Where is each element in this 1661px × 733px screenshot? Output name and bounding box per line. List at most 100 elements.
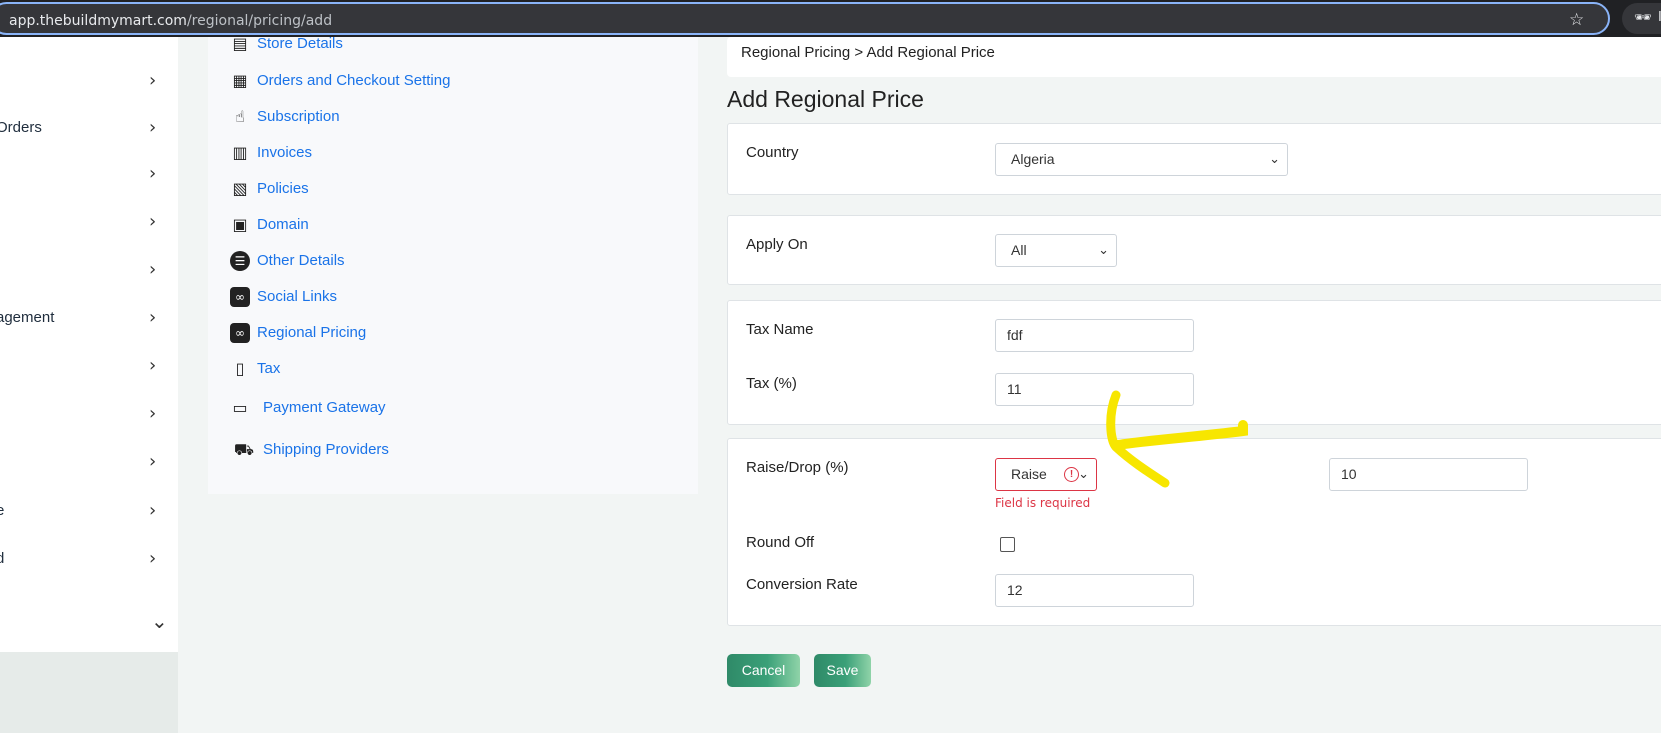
tax-name-input[interactable]: fdf [995, 319, 1194, 352]
menu-item-invoices[interactable]: ▥ Invoices [222, 140, 692, 168]
settings-submenu: ▤ Store Details ▦ Orders and Checkout Sett… [208, 34, 698, 494]
url-host: app.thebuildmymart.com [9, 13, 187, 29]
menu-item-store-details[interactable]: ▤ Store Details [222, 31, 692, 59]
tax-name-label: Tax Name [746, 321, 814, 338]
url-text[interactable]: app.thebuildmymart.com/regional/pricing/… [9, 13, 332, 29]
sidebar-item[interactable]: › [0, 68, 178, 98]
menu-item-social-links[interactable]: ∞ Social Links [222, 284, 692, 312]
save-button[interactable]: Save [814, 654, 871, 687]
subscription-icon: ☝ [235, 107, 245, 126]
country-select-value: Algeria [1011, 151, 1055, 167]
sidebar-item[interactable]: › [0, 353, 178, 383]
chevron-right-icon: › [149, 500, 157, 521]
menu-item-tax[interactable]: ▯ Tax [222, 356, 692, 384]
error-icon: ! [1064, 467, 1079, 482]
sidebar-item[interactable]: e › [0, 498, 178, 528]
menu-item-other-details[interactable]: ☰ Other Details [222, 248, 692, 276]
raise-drop-label: Raise/Drop (%) [746, 459, 849, 476]
round-off-label: Round Off [746, 534, 815, 551]
menu-item-label: Tax [257, 360, 281, 377]
list-icon: ☰ [230, 251, 250, 271]
raise-drop-error: Field is required [995, 496, 1091, 510]
apply-on-select[interactable]: All ⌄ [995, 234, 1117, 267]
main-sidebar: › Orders › › › › agement › › › › e › d › ⌄ [0, 37, 178, 652]
sidebar-item[interactable]: › [0, 257, 178, 287]
menu-item-label: Subscription [257, 108, 340, 125]
invoice-icon: ▥ [232, 143, 248, 162]
chevron-right-icon: › [149, 451, 157, 472]
chevron-right-icon: › [149, 163, 157, 184]
chevron-right-icon: › [149, 117, 157, 138]
chevron-down-icon: ⌄ [1269, 151, 1280, 166]
chevron-right-icon: › [149, 70, 157, 91]
url-path: /regional/pricing/add [186, 13, 333, 29]
menu-item-label: Payment Gateway [263, 399, 386, 416]
chevron-right-icon: › [149, 307, 157, 328]
store-icon: ▤ [232, 34, 248, 53]
apply-on-card: Apply On All ⌄ [727, 215, 1661, 285]
country-card: Country Algeria ⌄ [727, 123, 1661, 195]
menu-item-label: Policies [257, 180, 309, 197]
chevron-right-icon: › [149, 211, 157, 232]
sidebar-item-label: e [0, 502, 5, 519]
profile-button[interactable]: 🕶 In [1622, 3, 1661, 34]
sidebar-item-label: d [0, 550, 5, 567]
menu-item-label: Invoices [257, 144, 313, 161]
raise-drop-amount-input[interactable]: 10 [1329, 458, 1528, 491]
sidebar-item-label: agement [0, 309, 55, 326]
menu-item-label: Social Links [257, 288, 338, 305]
chevron-right-icon: › [149, 403, 157, 424]
payment-icon: ▭ [232, 398, 248, 417]
sidebar-item[interactable]: › [0, 449, 178, 479]
country-label: Country [746, 144, 799, 161]
conversion-rate-label: Conversion Rate [746, 576, 858, 593]
menu-item-label: Store Details [257, 35, 343, 52]
annotation-arrow [1106, 390, 1248, 488]
link-icon: ∞ [230, 287, 250, 307]
receipt-icon: ▯ [235, 359, 245, 378]
link-icon: ∞ [230, 323, 250, 343]
menu-item-label: Other Details [257, 252, 345, 269]
menu-item-regional-pricing[interactable]: ∞ Regional Pricing [222, 320, 692, 348]
chevron-down-icon: ⌄ [1078, 466, 1089, 481]
chevron-right-icon: › [149, 259, 157, 280]
country-select[interactable]: Algeria ⌄ [995, 143, 1288, 176]
sidebar-item[interactable]: › [0, 401, 178, 431]
menu-item-payment-gateway[interactable]: ▭ Payment Gateway [222, 395, 692, 423]
sidebar-footer [0, 652, 178, 733]
menu-item-label: Shipping Providers [263, 441, 389, 458]
menu-item-policies[interactable]: ▧ Policies [222, 176, 692, 204]
chevron-right-icon: › [149, 355, 157, 376]
sidebar-item[interactable]: › [0, 161, 178, 191]
tax-percent-label: Tax (%) [746, 375, 797, 392]
cancel-button[interactable]: Cancel [727, 654, 800, 687]
truck-icon: ⛟ [233, 440, 255, 459]
document-icon: ▦ [232, 71, 248, 90]
chevron-down-icon: ⌄ [151, 609, 168, 633]
apply-on-label: Apply On [746, 236, 808, 253]
menu-item-subscription[interactable]: ☝ Subscription [222, 104, 692, 132]
domain-icon: ▣ [232, 215, 248, 234]
menu-item-label: Domain [257, 216, 309, 233]
sidebar-item-settings[interactable]: ⌄ [0, 609, 178, 641]
raise-drop-select[interactable]: Raise ! ⌄ [995, 458, 1097, 491]
incognito-icon: 🕶 [1634, 10, 1652, 26]
sidebar-item[interactable]: d › [0, 546, 178, 576]
breadcrumb[interactable]: Regional Pricing > Add Regional Price [741, 44, 995, 61]
round-off-checkbox[interactable] [1000, 537, 1015, 552]
menu-item-domain[interactable]: ▣ Domain [222, 212, 692, 240]
conversion-rate-input[interactable]: 12 [995, 574, 1194, 607]
raise-drop-select-value: Raise [1011, 466, 1047, 482]
sidebar-item-orders[interactable]: Orders › [0, 115, 178, 145]
policies-icon: ▧ [232, 179, 248, 198]
menu-item-shipping-providers[interactable]: ⛟ Shipping Providers [222, 437, 692, 465]
menu-item-label: Orders and Checkout Setting [257, 72, 451, 89]
sidebar-item-label: Orders [0, 119, 42, 136]
chevron-down-icon: ⌄ [1098, 242, 1109, 257]
page-title: Add Regional Price [727, 86, 924, 112]
bookmark-star-icon[interactable]: ☆ [1569, 10, 1584, 30]
breadcrumb-bar: Regional Pricing > Add Regional Price [727, 37, 1661, 77]
sidebar-item[interactable]: › [0, 209, 178, 239]
sidebar-item-management[interactable]: agement › [0, 305, 178, 335]
menu-item-orders-checkout[interactable]: ▦ Orders and Checkout Setting [222, 68, 692, 96]
